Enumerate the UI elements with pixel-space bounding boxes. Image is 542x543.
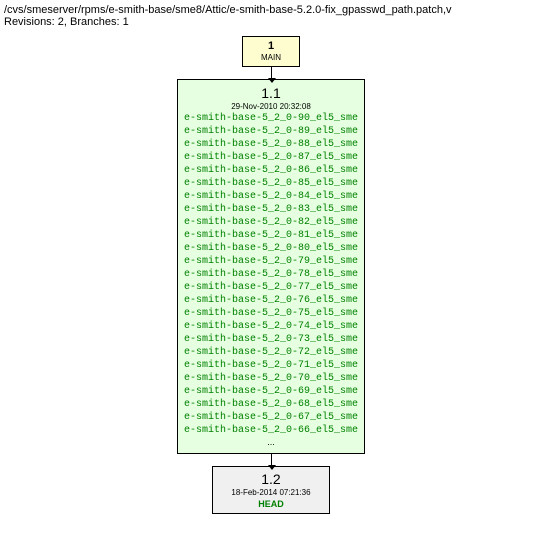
revision-1-2-node: 1.2 18-Feb-2014 07:21:36 HEAD: [4, 466, 538, 514]
tag-item: e-smith-base-5_2_0-81_el5_sme: [184, 229, 358, 242]
tag-item: e-smith-base-5_2_0-70_el5_sme: [184, 372, 358, 385]
tags-list: e-smith-base-5_2_0-90_el5_smee-smith-bas…: [184, 112, 358, 437]
tag-item: e-smith-base-5_2_0-88_el5_sme: [184, 138, 358, 151]
tag-item: e-smith-base-5_2_0-79_el5_sme: [184, 255, 358, 268]
header-info: Revisions: 2, Branches: 1: [4, 16, 538, 28]
main-branch-box[interactable]: 1 MAIN: [242, 36, 300, 67]
tag-item: e-smith-base-5_2_0-80_el5_sme: [184, 242, 358, 255]
arrow-icon: [271, 67, 272, 79]
tag-item: e-smith-base-5_2_0-89_el5_sme: [184, 125, 358, 138]
header-path: /cvs/smeserver/rpms/e-smith-base/sme8/At…: [4, 4, 538, 16]
tag-item: e-smith-base-5_2_0-75_el5_sme: [184, 307, 358, 320]
main-node: 1 MAIN: [4, 36, 538, 79]
tag-item: e-smith-base-5_2_0-86_el5_sme: [184, 164, 358, 177]
tag-item: e-smith-base-5_2_0-90_el5_sme: [184, 112, 358, 125]
tag-item: e-smith-base-5_2_0-76_el5_sme: [184, 294, 358, 307]
tag-item: e-smith-base-5_2_0-74_el5_sme: [184, 320, 358, 333]
tag-item: e-smith-base-5_2_0-67_el5_sme: [184, 411, 358, 424]
revision-date: 18-Feb-2014 07:21:36: [231, 488, 310, 498]
tag-item: e-smith-base-5_2_0-77_el5_sme: [184, 281, 358, 294]
tag-item: e-smith-base-5_2_0-83_el5_sme: [184, 203, 358, 216]
tag-item: e-smith-base-5_2_0-68_el5_sme: [184, 398, 358, 411]
head-label: HEAD: [231, 499, 310, 511]
revision-date: 29-Nov-2010 20:32:08: [184, 102, 358, 112]
tag-item: e-smith-base-5_2_0-82_el5_sme: [184, 216, 358, 229]
arrow-icon: [271, 454, 272, 466]
tag-item: e-smith-base-5_2_0-87_el5_sme: [184, 151, 358, 164]
tag-item: e-smith-base-5_2_0-66_el5_sme: [184, 424, 358, 437]
tag-item: e-smith-base-5_2_0-69_el5_sme: [184, 385, 358, 398]
cvs-diagram: 1 MAIN 1.1 29-Nov-2010 20:32:08 e-smith-…: [4, 36, 538, 514]
main-label: MAIN: [255, 53, 287, 63]
revision-1-1-box[interactable]: 1.1 29-Nov-2010 20:32:08 e-smith-base-5_…: [177, 79, 365, 454]
main-number: 1: [255, 40, 287, 53]
tag-item: e-smith-base-5_2_0-84_el5_sme: [184, 190, 358, 203]
tag-item: e-smith-base-5_2_0-78_el5_sme: [184, 268, 358, 281]
revision-number: 1.2: [231, 470, 310, 488]
tag-item: e-smith-base-5_2_0-85_el5_sme: [184, 177, 358, 190]
revision-number: 1.1: [184, 84, 358, 102]
tag-item: e-smith-base-5_2_0-72_el5_sme: [184, 346, 358, 359]
header: /cvs/smeserver/rpms/e-smith-base/sme8/At…: [4, 4, 538, 28]
revision-1-1-node: 1.1 29-Nov-2010 20:32:08 e-smith-base-5_…: [4, 79, 538, 466]
revision-1-2-box[interactable]: 1.2 18-Feb-2014 07:21:36 HEAD: [212, 466, 329, 514]
ellipsis: ...: [184, 437, 358, 449]
tag-item: e-smith-base-5_2_0-71_el5_sme: [184, 359, 358, 372]
tag-item: e-smith-base-5_2_0-73_el5_sme: [184, 333, 358, 346]
